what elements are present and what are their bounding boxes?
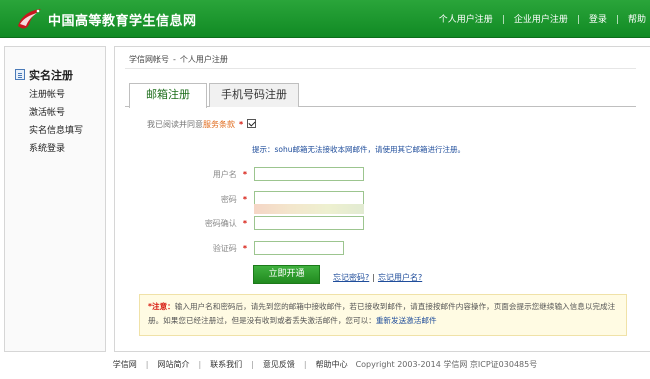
- resend-activation-link[interactable]: 重新发送激活邮件: [376, 316, 437, 325]
- confirm-password-input[interactable]: [254, 216, 364, 230]
- nav-login[interactable]: 登录: [589, 15, 607, 25]
- help-links-divider: |: [372, 273, 375, 282]
- site-footer: 学信网 | 网站简介 | 联系我们 | 意见反馈 | 帮助中心 Copyright 2003-20…: [0, 359, 650, 370]
- top-nav: 个人用户注册 | 企业用户注册 | 登录 | 帮助: [439, 12, 646, 25]
- nav-enterprise-register[interactable]: 企业用户注册: [514, 15, 568, 25]
- password-label-text: 密码: [220, 195, 237, 204]
- captcha-label: 验证码 *: [127, 243, 247, 254]
- required-star: *: [242, 219, 247, 228]
- confirm-label-text: 密码确认: [204, 219, 237, 228]
- agree-text: 我已阅读并同意: [147, 120, 203, 129]
- open-account-button[interactable]: 立即开通: [253, 265, 320, 284]
- captcha-input[interactable]: [254, 241, 344, 255]
- nav-divider: |: [501, 15, 505, 25]
- site-header: 中国高等教育学生信息网 个人用户注册 | 企业用户注册 | 登录 | 帮助: [0, 0, 650, 38]
- terms-agreement-row: 我已阅读并同意服务条款 *: [147, 119, 257, 130]
- nav-divider: |: [615, 15, 619, 25]
- notice-prefix: *注意：: [148, 302, 175, 311]
- terms-link[interactable]: 服务条款: [203, 120, 235, 129]
- email-tip: 提示：sohu邮箱无法接收本网邮件，请使用其它邮箱进行注册。: [252, 145, 466, 154]
- forgot-username-link[interactable]: 忘记用户名?: [378, 273, 422, 282]
- site-title[interactable]: 中国高等教育学生信息网: [48, 10, 197, 29]
- breadcrumb-root[interactable]: 学信网帐号: [129, 55, 169, 64]
- main-panel: 学信网帐号 - 个人用户注册 邮箱注册 手机号码注册 我已阅读并同意服务条款 * 提示…: [114, 46, 650, 352]
- sidebar-item-system-login[interactable]: 系统登录: [29, 141, 65, 154]
- sidebar-item-register-account[interactable]: 注册帐号: [29, 87, 65, 100]
- tab-email-register[interactable]: 邮箱注册: [129, 83, 207, 108]
- breadcrumb-current: 个人用户注册: [179, 55, 228, 64]
- footer-divider: |: [303, 360, 307, 369]
- sidebar-item-real-name-info[interactable]: 实名信息填写: [29, 123, 83, 136]
- tab-phone-register[interactable]: 手机号码注册: [209, 83, 299, 107]
- breadcrumb-separator: -: [173, 55, 176, 64]
- footer-link-about[interactable]: 网站简介: [157, 360, 189, 369]
- document-icon: [15, 69, 25, 80]
- footer-link-chsi[interactable]: 学信网: [113, 360, 137, 369]
- bird-logo-icon[interactable]: [14, 4, 44, 34]
- footer-divider: |: [145, 360, 149, 369]
- captcha-label-text: 验证码: [212, 244, 237, 253]
- nav-help[interactable]: 帮助: [628, 15, 646, 25]
- required-star: *: [242, 244, 247, 253]
- required-star: *: [242, 195, 247, 204]
- footer-link-feedback[interactable]: 意见反馈: [263, 360, 295, 369]
- footer-link-help-center[interactable]: 帮助中心: [316, 360, 348, 369]
- breadcrumb-divider: [125, 68, 636, 69]
- nav-personal-register[interactable]: 个人用户注册: [439, 15, 493, 25]
- help-links: 忘记密码? | 忘记用户名?: [333, 272, 422, 283]
- required-star: *: [242, 170, 247, 179]
- sidebar-title: 实名注册: [15, 67, 73, 83]
- password-label: 密码 *: [127, 194, 247, 205]
- footer-divider: |: [251, 360, 254, 369]
- sidebar-title-text: 实名注册: [29, 69, 73, 82]
- username-label: 用户名 *: [127, 169, 247, 180]
- terms-checkbox[interactable]: [247, 119, 257, 128]
- username-label-text: 用户名: [212, 170, 237, 179]
- breadcrumb: 学信网帐号 - 个人用户注册: [129, 54, 228, 65]
- footer-divider: |: [198, 360, 202, 369]
- footer-link-contact[interactable]: 联系我们: [210, 360, 242, 369]
- password-strength-bar: [254, 204, 364, 214]
- sidebar: 实名注册 注册帐号 激活帐号 实名信息填写 系统登录: [4, 46, 106, 352]
- footer-copyright: Copyright 2003-2014 学信网 京ICP证030485号: [355, 360, 538, 369]
- password-input[interactable]: [254, 191, 364, 205]
- nav-divider: |: [576, 15, 580, 25]
- confirm-password-label: 密码确认 *: [127, 218, 247, 229]
- sidebar-item-activate-account[interactable]: 激活帐号: [29, 105, 65, 118]
- forgot-password-link[interactable]: 忘记密码?: [333, 273, 369, 282]
- required-star: *: [239, 120, 244, 129]
- username-input[interactable]: [254, 167, 364, 181]
- notice-box: *注意：输入用户名和密码后，请先到您的邮箱中接收邮件，若已接收到邮件，请直接按邮…: [139, 294, 627, 336]
